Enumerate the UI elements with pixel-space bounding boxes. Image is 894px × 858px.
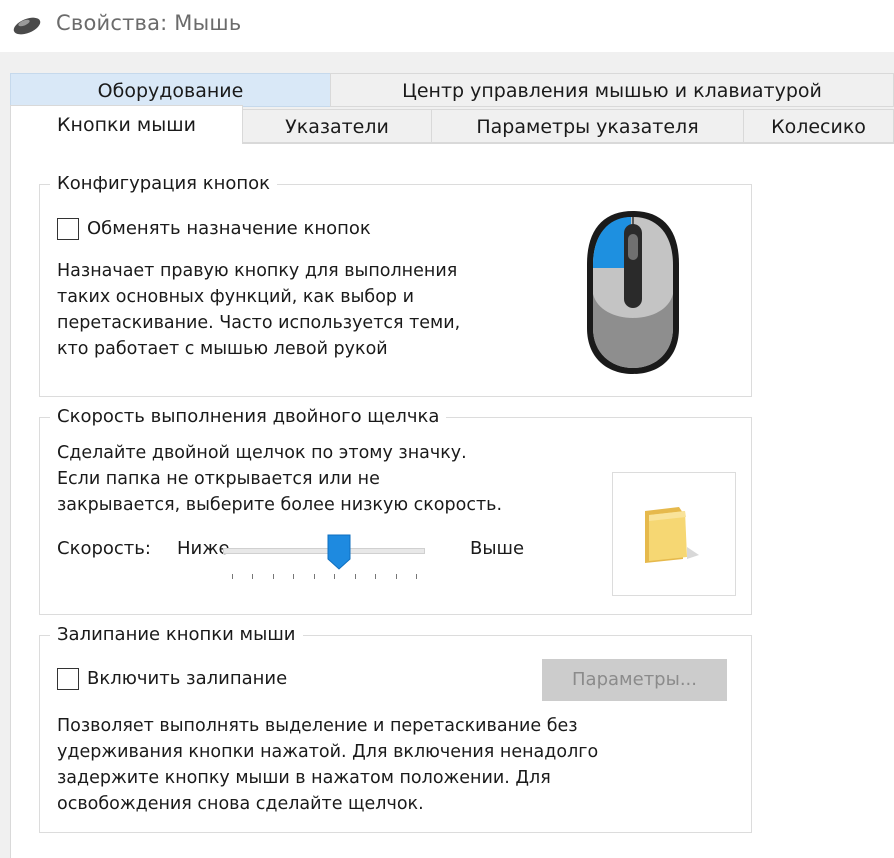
tab-mouse-keyboard-center[interactable]: Центр управления мышью и клавиатурой bbox=[330, 73, 894, 107]
tab-wheel[interactable]: Колесико bbox=[743, 109, 894, 143]
click-lock-settings-button[interactable]: Параметры... bbox=[542, 659, 727, 701]
tab-pointers[interactable]: Указатели bbox=[242, 109, 432, 143]
speed-label: Скорость: bbox=[57, 538, 151, 559]
double-click-description: Сделайте двойной щелчок по этому значку.… bbox=[57, 443, 503, 515]
speed-slider-ticks bbox=[232, 574, 417, 582]
tab-pointer-options[interactable]: Параметры указателя bbox=[431, 109, 744, 143]
click-lock-label[interactable]: Включить залипание bbox=[87, 668, 287, 689]
swap-buttons-description: Назначает правую кнопку для выполнения т… bbox=[57, 261, 461, 359]
tab-hardware[interactable]: Оборудование bbox=[10, 73, 331, 107]
folder-icon[interactable] bbox=[639, 503, 703, 567]
speed-low-label: Ниже bbox=[177, 538, 230, 559]
mouse-left-button-highlighted-icon bbox=[587, 211, 679, 374]
click-lock-description: Позволяет выполнять выделение и перетаск… bbox=[57, 716, 599, 814]
mouse-icon bbox=[13, 17, 41, 35]
button-config-legend: Конфигурация кнопок bbox=[50, 171, 278, 197]
click-lock-legend: Залипание кнопки мыши bbox=[50, 622, 303, 648]
double-click-legend: Скорость выполнения двойного щелчка bbox=[50, 404, 447, 430]
swap-buttons-label[interactable]: Обменять назначение кнопок bbox=[87, 218, 371, 239]
window-title: Свойства: Мышь bbox=[56, 11, 242, 35]
tab-buttons[interactable]: Кнопки мыши bbox=[10, 105, 243, 144]
swap-buttons-checkbox[interactable] bbox=[57, 218, 79, 240]
tab-panel: Конфигурация кнопок Обменять назначение … bbox=[10, 143, 894, 858]
speed-slider-track[interactable] bbox=[223, 548, 425, 554]
title-bar: Свойства: Мышь bbox=[0, 0, 894, 52]
click-lock-checkbox[interactable] bbox=[57, 668, 79, 690]
speed-slider-thumb[interactable] bbox=[327, 534, 351, 570]
speed-high-label: Выше bbox=[470, 538, 525, 559]
double-click-test-area[interactable] bbox=[612, 472, 736, 596]
